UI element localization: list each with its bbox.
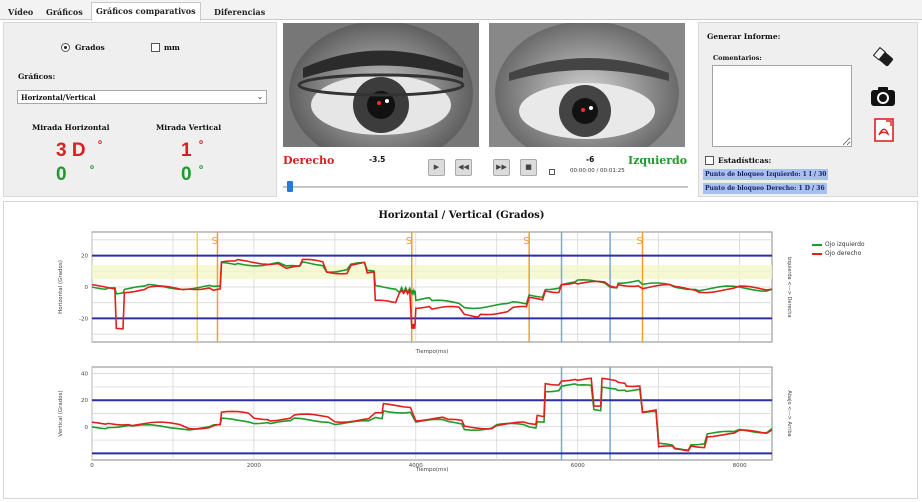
chart-svg: S S S S -20 0 20 Horizontal (Grados) Izquierda <…: [58, 231, 792, 473]
x-tick-label: 6000: [571, 463, 585, 469]
y-tick-label: 20: [81, 398, 88, 404]
eraser-icon: [872, 46, 893, 67]
control-panel: Grados mm Gráficos: Horizontal/Vertical …: [3, 22, 277, 197]
stop-button[interactable]: ■: [520, 159, 537, 176]
tab-graficos[interactable]: Gráficos: [42, 4, 87, 20]
play-button[interactable]: ▶: [428, 159, 445, 176]
loop-checkbox[interactable]: [549, 169, 555, 175]
video-time: 00:00:00 / 00:01:25: [570, 168, 625, 174]
report-panel: Generar Informe: Comentarios: Estadístic…: [698, 22, 918, 197]
izquierdo-label: Izquierdo: [628, 154, 688, 167]
slider-track: [283, 186, 688, 188]
legend-label: Ojo izquierdo: [825, 241, 865, 248]
y-axis-label: Horizontal (Grados): [58, 260, 64, 314]
mirada-horizontal-label: Mirada Horizontal: [32, 123, 110, 132]
stop-icon: ■: [525, 163, 532, 171]
bloqueo-derecho: Punto de bloqueo Derecho: 1 D / 36: [703, 183, 827, 194]
rewind-icon: ◀◀: [458, 163, 469, 171]
event-marker-label: S: [406, 236, 412, 247]
rewind-button[interactable]: ◀◀: [455, 159, 472, 176]
x-tick-label: 8000: [733, 463, 747, 469]
mm-label: mm: [164, 43, 180, 52]
tab-diferencias[interactable]: Diferencias: [210, 4, 269, 20]
chevron-down-icon: ⌄: [257, 92, 263, 101]
forward-button[interactable]: ▶▶: [493, 159, 510, 176]
estadisticas-label: Estadísticas:: [718, 156, 772, 165]
x-axis-label: Tiempo(ms): [415, 349, 449, 355]
horizontal-izquierdo-degree: º: [90, 164, 95, 176]
pdf-icon: [874, 118, 894, 142]
y-tick-label: 40: [81, 372, 88, 378]
event-marker-label: S: [523, 236, 529, 247]
legend-item-derecho: Ojo derecho: [812, 250, 861, 257]
estadisticas-checkbox[interactable]: [705, 156, 714, 165]
y-tick-label: 0: [85, 425, 89, 431]
x-tick-label: 0: [90, 463, 94, 469]
x-tick-label: 4000: [409, 463, 423, 469]
comentarios-input[interactable]: [712, 65, 852, 147]
video-progress-slider[interactable]: [283, 181, 688, 192]
event-marker-label: S: [636, 236, 642, 247]
right-axis-label: Izquierda <---> Derecha: [786, 256, 792, 317]
y-axis-label: Vertical (Grados): [58, 390, 64, 436]
grados-label: Grados: [75, 43, 105, 52]
tab-bar: Vídeo Gráficos Gráficos comparativos Dif…: [0, 0, 922, 21]
grados-radio[interactable]: [61, 43, 70, 52]
right-eye-video: [283, 23, 479, 147]
right-axis-label: Abajo <---> Arriba: [786, 390, 792, 436]
capture-button[interactable]: [869, 83, 897, 109]
tab-graficos-comparativos[interactable]: Gráficos comparativos: [91, 2, 201, 21]
vertical-derecho-value: 1: [181, 140, 192, 161]
erase-button[interactable]: [869, 45, 897, 71]
graficos-select[interactable]: Horizontal/Vertical ⌄: [17, 90, 267, 104]
play-icon: ▶: [433, 163, 440, 171]
export-pdf-button[interactable]: [870, 117, 898, 143]
bloqueo-izquierdo: Punto de bloqueo Izquierdo: 1 I / 30: [703, 169, 829, 180]
legend-swatch: [812, 243, 822, 246]
vertical-izquierdo-value: 0: [181, 164, 192, 185]
camera-icon: [871, 87, 895, 106]
legend-label: Ojo derecho: [825, 250, 862, 257]
band-highlight: [92, 265, 772, 280]
mm-checkbox[interactable]: [151, 43, 160, 52]
comentarios-label: Comentarios:: [713, 54, 762, 62]
graficos-select-value: Horizontal/Vertical: [21, 93, 96, 102]
legend-swatch: [812, 252, 822, 255]
horizontal-derecho-value: 3 D: [56, 140, 86, 161]
horizontal-izquierdo-value: 0: [56, 164, 67, 185]
y-tick-label: 0: [85, 285, 89, 291]
generar-informe-title: Generar Informe:: [707, 32, 781, 41]
event-marker-label: S: [211, 236, 217, 247]
y-tick-label: 20: [81, 254, 88, 260]
horizontal-derecho-degree: º: [98, 139, 103, 151]
legend-item-izquierdo: Ojo izquierdo: [812, 241, 865, 248]
y-tick-label: -20: [79, 316, 88, 322]
slider-thumb[interactable]: [286, 181, 293, 192]
tab-video[interactable]: Vídeo: [4, 4, 37, 20]
derecho-value: -3.5: [369, 155, 386, 164]
graficos-label: Gráficos:: [18, 72, 56, 81]
vertical-izquierdo-degree: º: [199, 164, 204, 176]
chart-area: Horizontal / Vertical (Grados) S S S S -20 0 2…: [3, 201, 918, 499]
izquierdo-value: -6: [586, 155, 595, 164]
left-eye-video: [489, 23, 685, 147]
vertical-derecho-degree: º: [199, 139, 204, 151]
derecho-label: Derecho: [283, 154, 335, 167]
forward-icon: ▶▶: [496, 163, 507, 171]
mirada-vertical-label: Mirada Vertical: [156, 123, 222, 132]
x-tick-label: 2000: [247, 463, 261, 469]
